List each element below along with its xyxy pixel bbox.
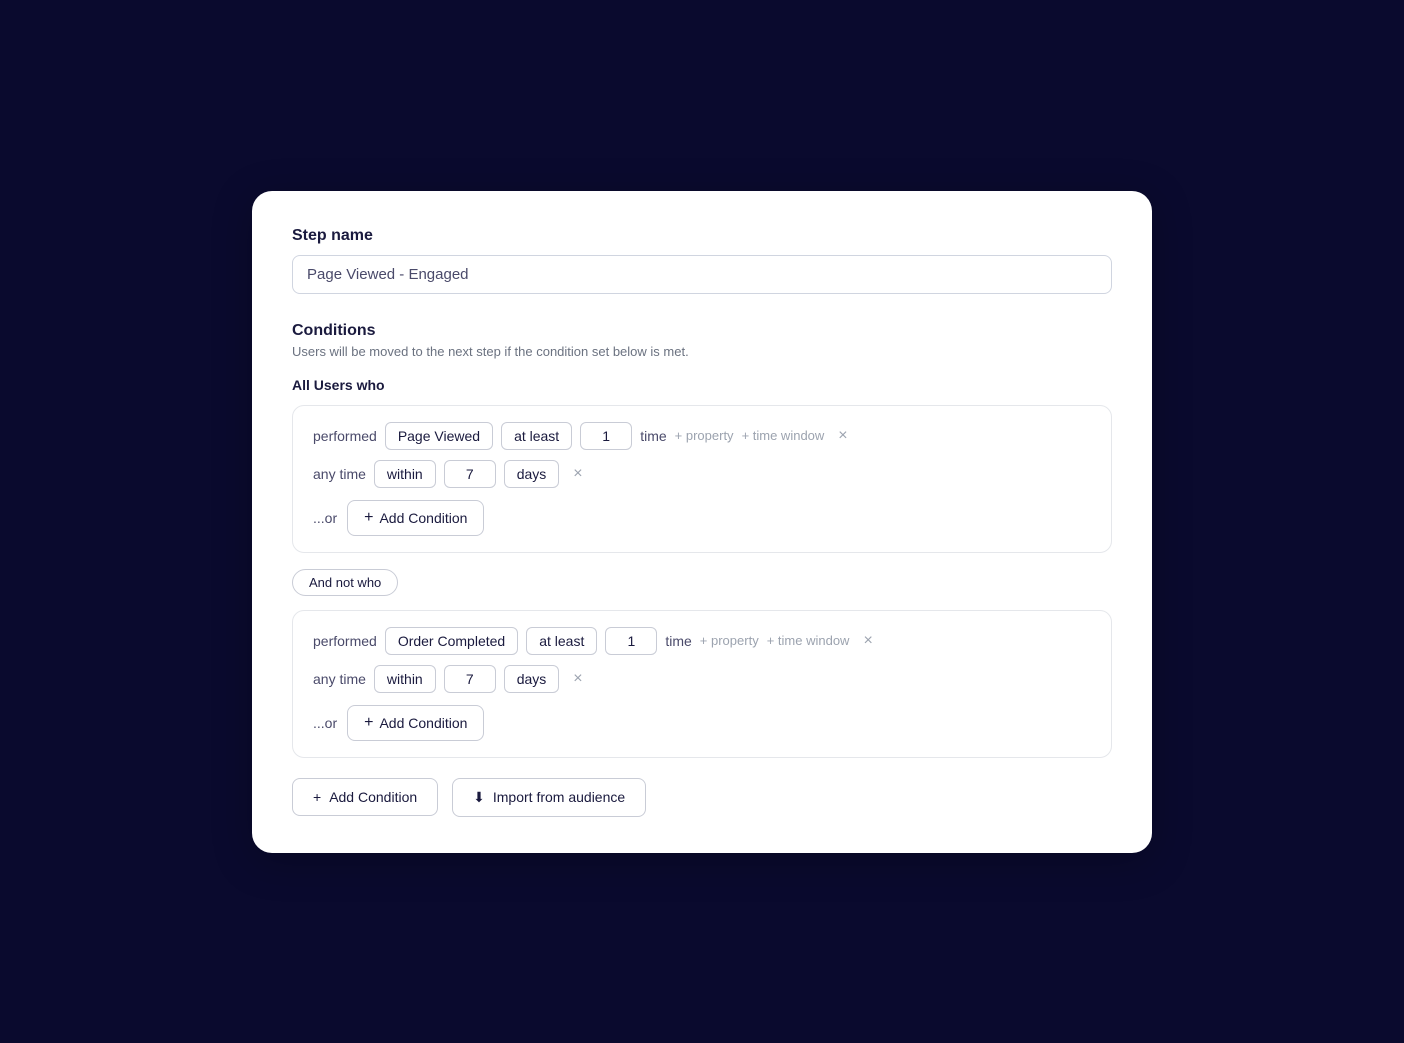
remove-condition-btn-1[interactable]: × — [832, 426, 853, 446]
within-btn-2[interactable]: within — [374, 665, 436, 693]
condition-block-1: performed Page Viewed at least time + pr… — [292, 405, 1112, 553]
event-btn-2[interactable]: Order Completed — [385, 627, 518, 655]
step-card: Step name Conditions Users will be moved… — [252, 191, 1152, 853]
import-from-audience-btn[interactable]: ⬇ Import from audience — [452, 778, 646, 817]
within-btn-1[interactable]: within — [374, 460, 436, 488]
condition-row-1-main: performed Page Viewed at least time + pr… — [313, 422, 1091, 450]
or-label-2: ...or — [313, 715, 337, 731]
bottom-actions: + Add Condition ⬇ Import from audience — [292, 778, 1112, 817]
performed-label-1: performed — [313, 428, 377, 444]
and-not-badge[interactable]: And not who — [292, 569, 398, 596]
time-label-2: time — [665, 633, 691, 649]
period-btn-2[interactable]: days — [504, 665, 560, 693]
time-label-1: time — [640, 428, 666, 444]
frequency-op-btn-1[interactable]: at least — [501, 422, 572, 450]
or-row-1: ...or + Add Condition — [313, 500, 1091, 536]
condition-row-2-time: any time within days × — [313, 665, 1091, 693]
frequency-value-input-1[interactable] — [580, 422, 632, 450]
bottom-add-label: Add Condition — [329, 789, 417, 805]
or-row-2: ...or + Add Condition — [313, 705, 1091, 741]
time-window-link-2[interactable]: + time window — [767, 633, 850, 648]
plus-icon-1: + — [364, 509, 373, 527]
performed-label-2: performed — [313, 633, 377, 649]
all-users-label: All Users who — [292, 377, 1112, 393]
remove-time-btn-2[interactable]: × — [567, 669, 588, 689]
frequency-op-btn-2[interactable]: at least — [526, 627, 597, 655]
event-btn-1[interactable]: Page Viewed — [385, 422, 493, 450]
property-link-2[interactable]: + property — [700, 633, 759, 648]
plus-icon-2: + — [364, 714, 373, 732]
add-condition-label-2: Add Condition — [379, 715, 467, 731]
conditions-title: Conditions — [292, 322, 1112, 340]
any-time-label-2: any time — [313, 671, 366, 687]
property-link-1[interactable]: + property — [675, 428, 734, 443]
step-name-input[interactable] — [292, 255, 1112, 294]
period-btn-1[interactable]: days — [504, 460, 560, 488]
condition-block-2: performed Order Completed at least time … — [292, 610, 1112, 758]
add-condition-btn-2[interactable]: + Add Condition — [347, 705, 484, 741]
add-condition-btn-1[interactable]: + Add Condition — [347, 500, 484, 536]
any-time-label-1: any time — [313, 466, 366, 482]
download-icon: ⬇ — [473, 789, 485, 806]
condition-row-1-time: any time within days × — [313, 460, 1091, 488]
condition-row-2-main: performed Order Completed at least time … — [313, 627, 1091, 655]
bottom-add-condition-btn[interactable]: + Add Condition — [292, 778, 438, 816]
import-label: Import from audience — [493, 789, 625, 805]
step-name-label: Step name — [292, 227, 1112, 245]
or-label-1: ...or — [313, 510, 337, 526]
remove-time-btn-1[interactable]: × — [567, 464, 588, 484]
time-window-link-1[interactable]: + time window — [742, 428, 825, 443]
within-value-input-2[interactable] — [444, 665, 496, 693]
conditions-desc: Users will be moved to the next step if … — [292, 344, 1112, 359]
bottom-plus-icon: + — [313, 789, 321, 805]
remove-condition-btn-2[interactable]: × — [857, 631, 878, 651]
add-condition-label-1: Add Condition — [379, 510, 467, 526]
within-value-input-1[interactable] — [444, 460, 496, 488]
frequency-value-input-2[interactable] — [605, 627, 657, 655]
